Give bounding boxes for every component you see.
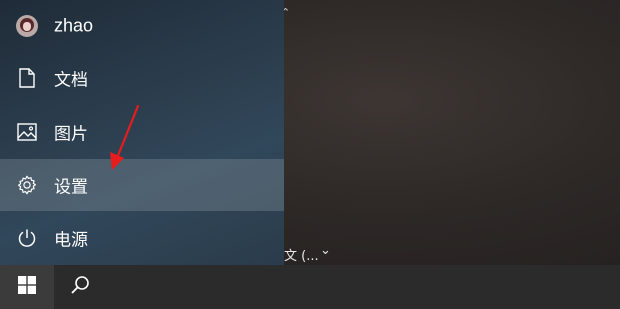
menu-item-label: 设置 xyxy=(54,177,88,198)
start-menu-left-pane: zhao 文档 图片 设置 电源 xyxy=(0,0,284,265)
pictures-icon xyxy=(15,120,39,144)
menu-item-settings[interactable]: 设置 xyxy=(0,159,284,211)
taskbar xyxy=(0,265,620,309)
search-icon xyxy=(70,275,90,299)
gear-icon xyxy=(15,173,39,197)
document-icon xyxy=(15,66,39,90)
menu-item-pictures[interactable]: 图片 xyxy=(0,106,284,158)
search-button[interactable] xyxy=(54,265,106,309)
menu-item-label: 文档 xyxy=(54,70,88,91)
power-icon xyxy=(15,226,39,250)
menu-item-label: 电源 xyxy=(54,230,88,251)
menu-item-documents[interactable]: 文档 xyxy=(0,52,284,104)
user-account-button[interactable]: zhao xyxy=(0,0,284,52)
user-name: zhao xyxy=(54,15,94,36)
menu-item-power[interactable]: 电源 xyxy=(0,212,284,264)
start-button[interactable] xyxy=(0,265,54,309)
language-chevron-icon[interactable]: ⌄ xyxy=(320,243,331,258)
avatar xyxy=(15,14,39,38)
language-indicator[interactable]: 文 (... xyxy=(284,245,319,264)
windows-logo-icon xyxy=(18,276,36,298)
menu-item-label: 图片 xyxy=(54,124,88,145)
